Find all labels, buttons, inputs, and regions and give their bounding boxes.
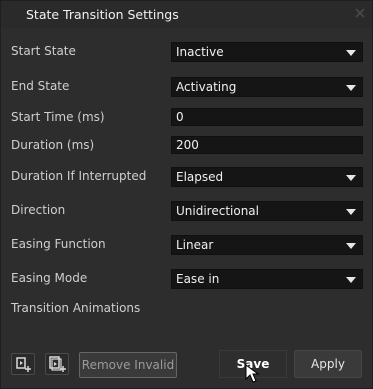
transition-animations-section: Transition Animations (1, 298, 372, 320)
transition-animations-label: Transition Animations (11, 301, 141, 315)
chevron-down-icon (346, 277, 356, 283)
start-time-value: 0 (176, 110, 184, 124)
easing-function-label: Easing Function (11, 237, 106, 251)
close-icon[interactable] (354, 7, 366, 19)
end-state-value: Activating (176, 80, 237, 94)
easing-mode-dropdown[interactable]: Ease in (171, 269, 363, 289)
start-state-dropdown[interactable]: Inactive (171, 42, 363, 62)
row-duration: Duration (ms) 200 (1, 135, 372, 157)
chevron-down-icon (346, 50, 356, 56)
start-time-field[interactable]: 0 (171, 108, 363, 126)
apply-button[interactable]: Apply (294, 350, 362, 378)
title-bar: State Transition Settings (1, 1, 372, 28)
mouse-pointer-icon (245, 364, 261, 384)
row-start-time: Start Time (ms) 0 (1, 107, 372, 129)
duration-field[interactable]: 200 (171, 136, 363, 154)
duration-label: Duration (ms) (11, 138, 95, 152)
duration-interrupted-dropdown[interactable]: Elapsed (171, 167, 363, 187)
add-animation-icon (12, 354, 34, 377)
chevron-down-icon (346, 243, 356, 249)
start-state-label: Start State (11, 44, 76, 58)
row-easing-function: Easing Function Linear (1, 234, 372, 256)
duration-interrupted-value: Elapsed (176, 170, 224, 184)
easing-function-value: Linear (176, 238, 214, 252)
direction-label: Direction (11, 203, 66, 217)
add-animation-button[interactable] (11, 353, 35, 375)
remove-invalid-button[interactable]: Remove Invalid (79, 352, 177, 378)
row-end-state: End State Activating (1, 76, 372, 98)
end-state-label: End State (11, 79, 70, 93)
row-start-state: Start State Inactive (1, 41, 372, 63)
easing-mode-value: Ease in (176, 272, 220, 286)
state-transition-settings-dialog: State Transition Settings Start State In… (0, 0, 373, 389)
start-time-label: Start Time (ms) (11, 110, 105, 124)
row-direction: Direction Unidirectional (1, 200, 372, 222)
easing-function-dropdown[interactable]: Linear (171, 235, 363, 255)
duration-value: 200 (176, 138, 199, 152)
add-animation-group-button[interactable] (45, 353, 69, 375)
dialog-title: State Transition Settings (26, 7, 179, 22)
add-animation-group-icon (46, 354, 68, 377)
chevron-down-icon (346, 85, 356, 91)
chevron-down-icon (346, 209, 356, 215)
chevron-down-icon (346, 175, 356, 181)
duration-interrupted-label: Duration If Interrupted (11, 169, 147, 183)
direction-dropdown[interactable]: Unidirectional (171, 201, 363, 221)
direction-value: Unidirectional (176, 204, 259, 218)
end-state-dropdown[interactable]: Activating (171, 77, 363, 97)
easing-mode-label: Easing Mode (11, 271, 88, 285)
start-state-value: Inactive (176, 45, 224, 59)
row-duration-interrupted: Duration If Interrupted Elapsed (1, 166, 372, 188)
row-easing-mode: Easing Mode Ease in (1, 268, 372, 290)
